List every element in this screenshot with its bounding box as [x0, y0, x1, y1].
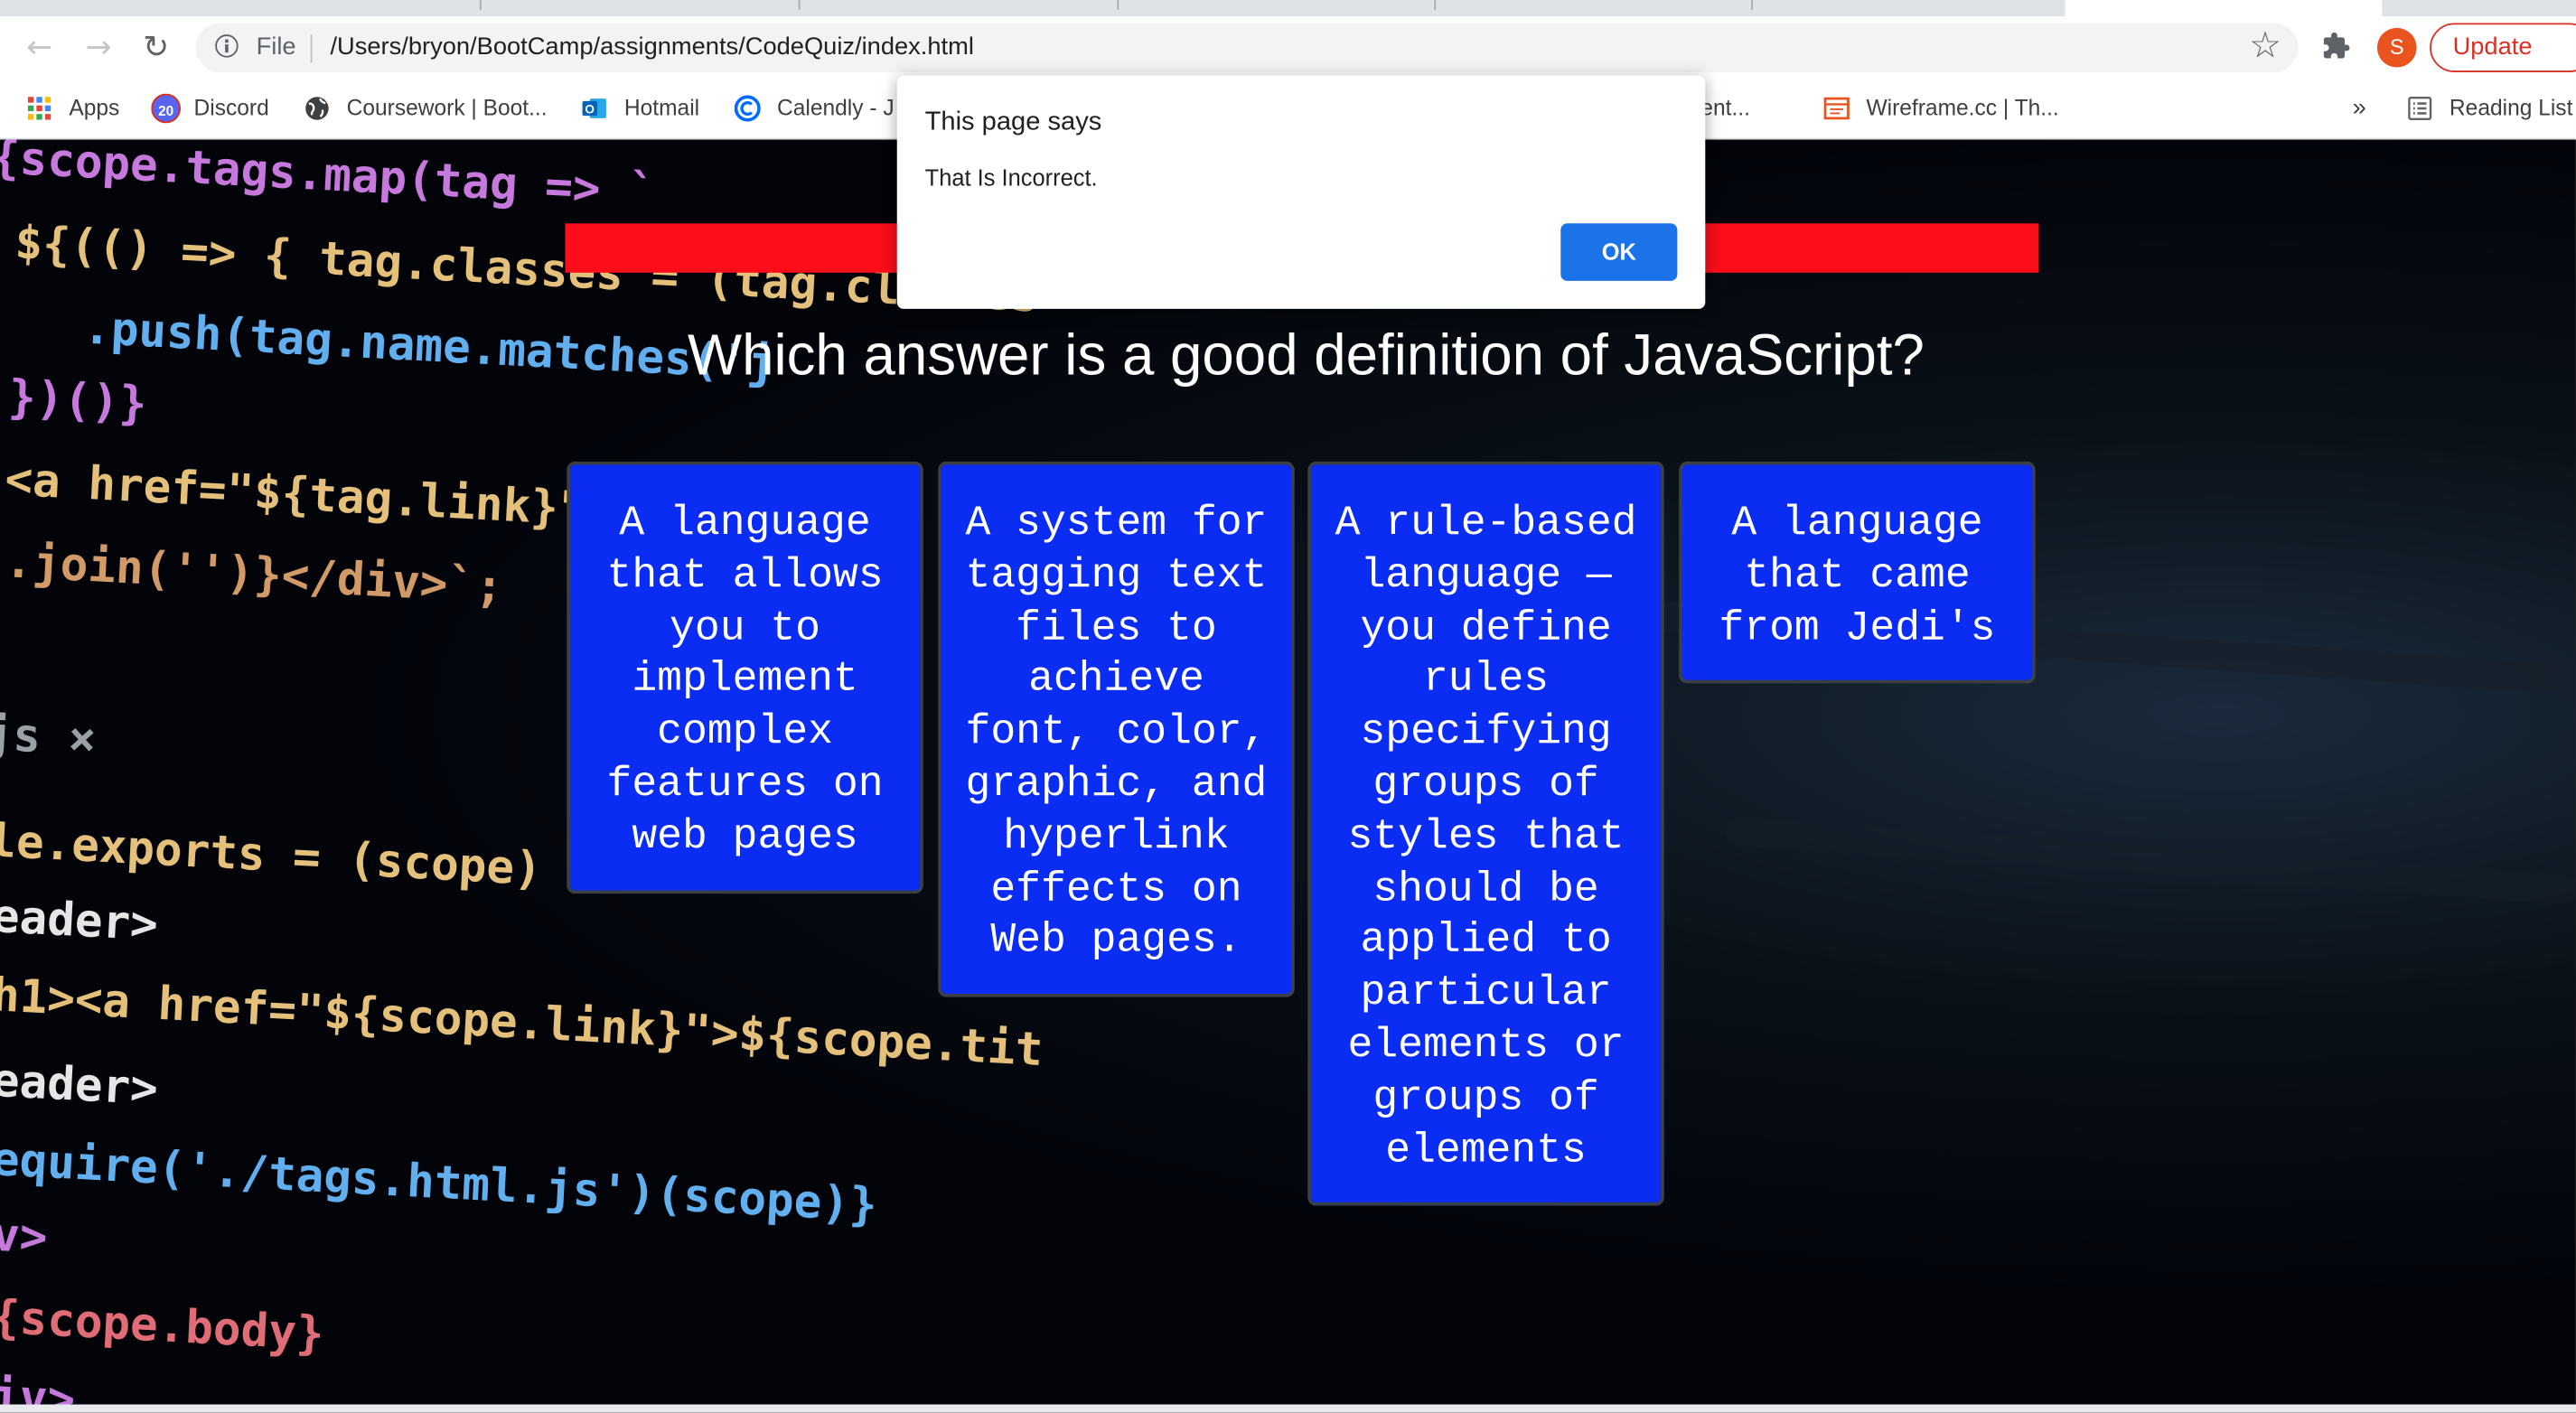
- bookmark-label: Coursework | Boot...: [346, 95, 548, 120]
- code-line: })()}: [6, 370, 148, 432]
- quiz-page: {scope.tags.map(tag => ` ${(() => { tag.…: [0, 139, 2576, 1405]
- back-arrow-icon[interactable]: ←: [22, 30, 58, 66]
- outlook-icon: O: [582, 98, 606, 118]
- forward-arrow-icon[interactable]: →: [80, 30, 117, 66]
- omnibox-divider: [310, 34, 313, 63]
- url-scheme-label: File: [256, 33, 296, 61]
- update-button-label: Update: [2452, 33, 2533, 61]
- code-line: iv>: [0, 1368, 77, 1405]
- bookmark-star-icon[interactable]: ☆: [2249, 26, 2281, 69]
- answer-button-2[interactable]: A system for tagging text files to achie…: [938, 461, 1295, 997]
- apps-grid-icon: [27, 97, 52, 120]
- update-button[interactable]: Update ⋮: [2430, 23, 2576, 73]
- tab-bar: [0, 0, 2065, 17]
- answer-button-3[interactable]: A rule-based language — you define rules…: [1307, 461, 1664, 1207]
- dialog-title: This page says: [924, 108, 1102, 136]
- bookmark-label: Apps: [69, 95, 120, 120]
- bookmark-label: Hotmail: [623, 95, 700, 120]
- globe-icon: [305, 97, 329, 120]
- tab-right[interactable]: [2382, 0, 2576, 17]
- more-menu-icon[interactable]: ⋮: [2571, 24, 2575, 69]
- url-text[interactable]: /Users/bryon/BootCamp/assignments/CodeQu…: [330, 33, 973, 61]
- answer-button-1[interactable]: A language that allows you to implement …: [567, 461, 923, 894]
- code-line: v>: [0, 1207, 49, 1265]
- bookmark-label: Wireframe.cc | Th...: [1866, 95, 2059, 120]
- bookmark-label: Calendly - J: [777, 95, 895, 120]
- discord-icon: 20: [151, 93, 182, 124]
- answer-button-4[interactable]: A language that came from Jedi's: [1679, 461, 2036, 685]
- ok-button[interactable]: OK: [1560, 223, 1678, 281]
- code-line: eader>: [0, 1053, 160, 1117]
- bookmark-label: Discord: [193, 95, 269, 120]
- reading-list-icon: [2408, 97, 2432, 121]
- address-bar[interactable]: File /Users/bryon/BootCamp/assignments/C…: [195, 23, 2299, 73]
- calendly-icon: [734, 95, 761, 122]
- svg-text:O: O: [585, 102, 595, 116]
- browser-toolbar: ← → ↻ File /Users/bryon/BootCamp/assignm…: [0, 16, 2576, 80]
- reading-list-label: Reading List: [2449, 95, 2573, 120]
- code-line: eader>: [0, 888, 160, 952]
- wireframe-icon: [1823, 97, 1850, 120]
- question-text: Which answer is a good definition of Jav…: [688, 323, 1925, 388]
- profile-avatar[interactable]: S: [2376, 27, 2417, 68]
- reload-icon[interactable]: ↻: [138, 30, 174, 66]
- code-line: js ×: [0, 706, 98, 767]
- alert-dialog: This page says That Is Incorrect. OK: [896, 75, 1706, 309]
- discord-badge: 20: [158, 104, 173, 119]
- info-icon[interactable]: [215, 34, 239, 58]
- extensions-puzzle-icon[interactable]: [2321, 32, 2351, 61]
- window-bottom-edge: [0, 1404, 2576, 1413]
- dialog-message: That Is Incorrect.: [924, 164, 1098, 191]
- bookmarks-overflow-button[interactable]: »: [2353, 92, 2366, 125]
- tab-strip: [0, 0, 2576, 17]
- browser-window: ← → ↻ File /Users/bryon/BootCamp/assignm…: [0, 0, 2576, 1413]
